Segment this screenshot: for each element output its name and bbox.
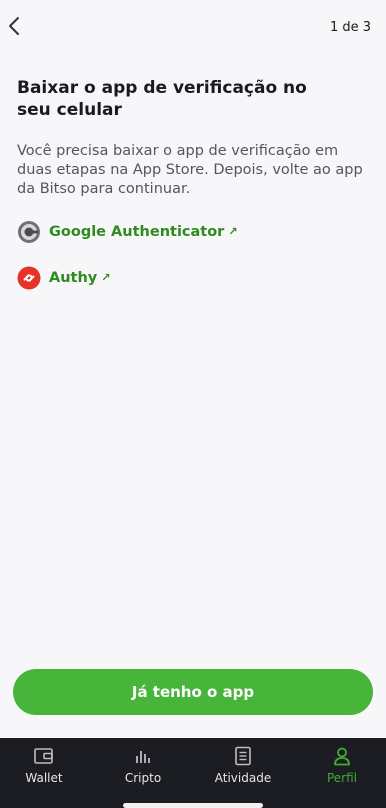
chevron-left-icon xyxy=(9,17,19,35)
wallet-icon xyxy=(33,745,55,767)
authy-label: Authy xyxy=(49,270,98,286)
page-description: Você precisa baixar o app de verificação… xyxy=(17,143,363,197)
authy-icon xyxy=(17,266,41,290)
tab-perfil[interactable]: Perfil xyxy=(297,738,386,798)
back-button[interactable] xyxy=(5,14,25,38)
tab-wallet-label: Wallet xyxy=(25,771,63,785)
tab-atividade-label: Atividade xyxy=(214,771,272,785)
tab-wallet[interactable]: Wallet xyxy=(0,738,89,798)
tab-perfil-label: Perfil xyxy=(326,771,358,785)
tab-atividade[interactable]: Atividade xyxy=(198,738,288,798)
bottom-tab-bar: Wallet Cripto Atividade Perfil xyxy=(0,738,386,808)
google-authenticator-label: Google Authenticator xyxy=(49,224,225,240)
top-bar: 1 de 3 xyxy=(0,0,386,56)
chart-icon xyxy=(133,745,153,767)
home-indicator xyxy=(123,803,263,808)
tab-cripto[interactable]: Cripto xyxy=(98,738,188,798)
external-link-icon: ↗ xyxy=(101,270,111,284)
already-have-app-button[interactable]: Já tenho o app xyxy=(13,669,373,715)
tab-cripto-label: Cripto xyxy=(124,771,162,785)
user-icon xyxy=(332,745,352,767)
authy-link[interactable]: Authy ↗ xyxy=(17,265,110,291)
document-icon xyxy=(234,745,252,767)
external-link-icon: ↗ xyxy=(228,224,238,238)
step-indicator: 1 de 3 xyxy=(329,20,371,35)
page-title: Baixar o app de verificação no seu celul… xyxy=(17,78,307,120)
google-authenticator-icon xyxy=(17,220,41,244)
google-authenticator-link[interactable]: Google Authenticator ↗ xyxy=(17,219,238,245)
